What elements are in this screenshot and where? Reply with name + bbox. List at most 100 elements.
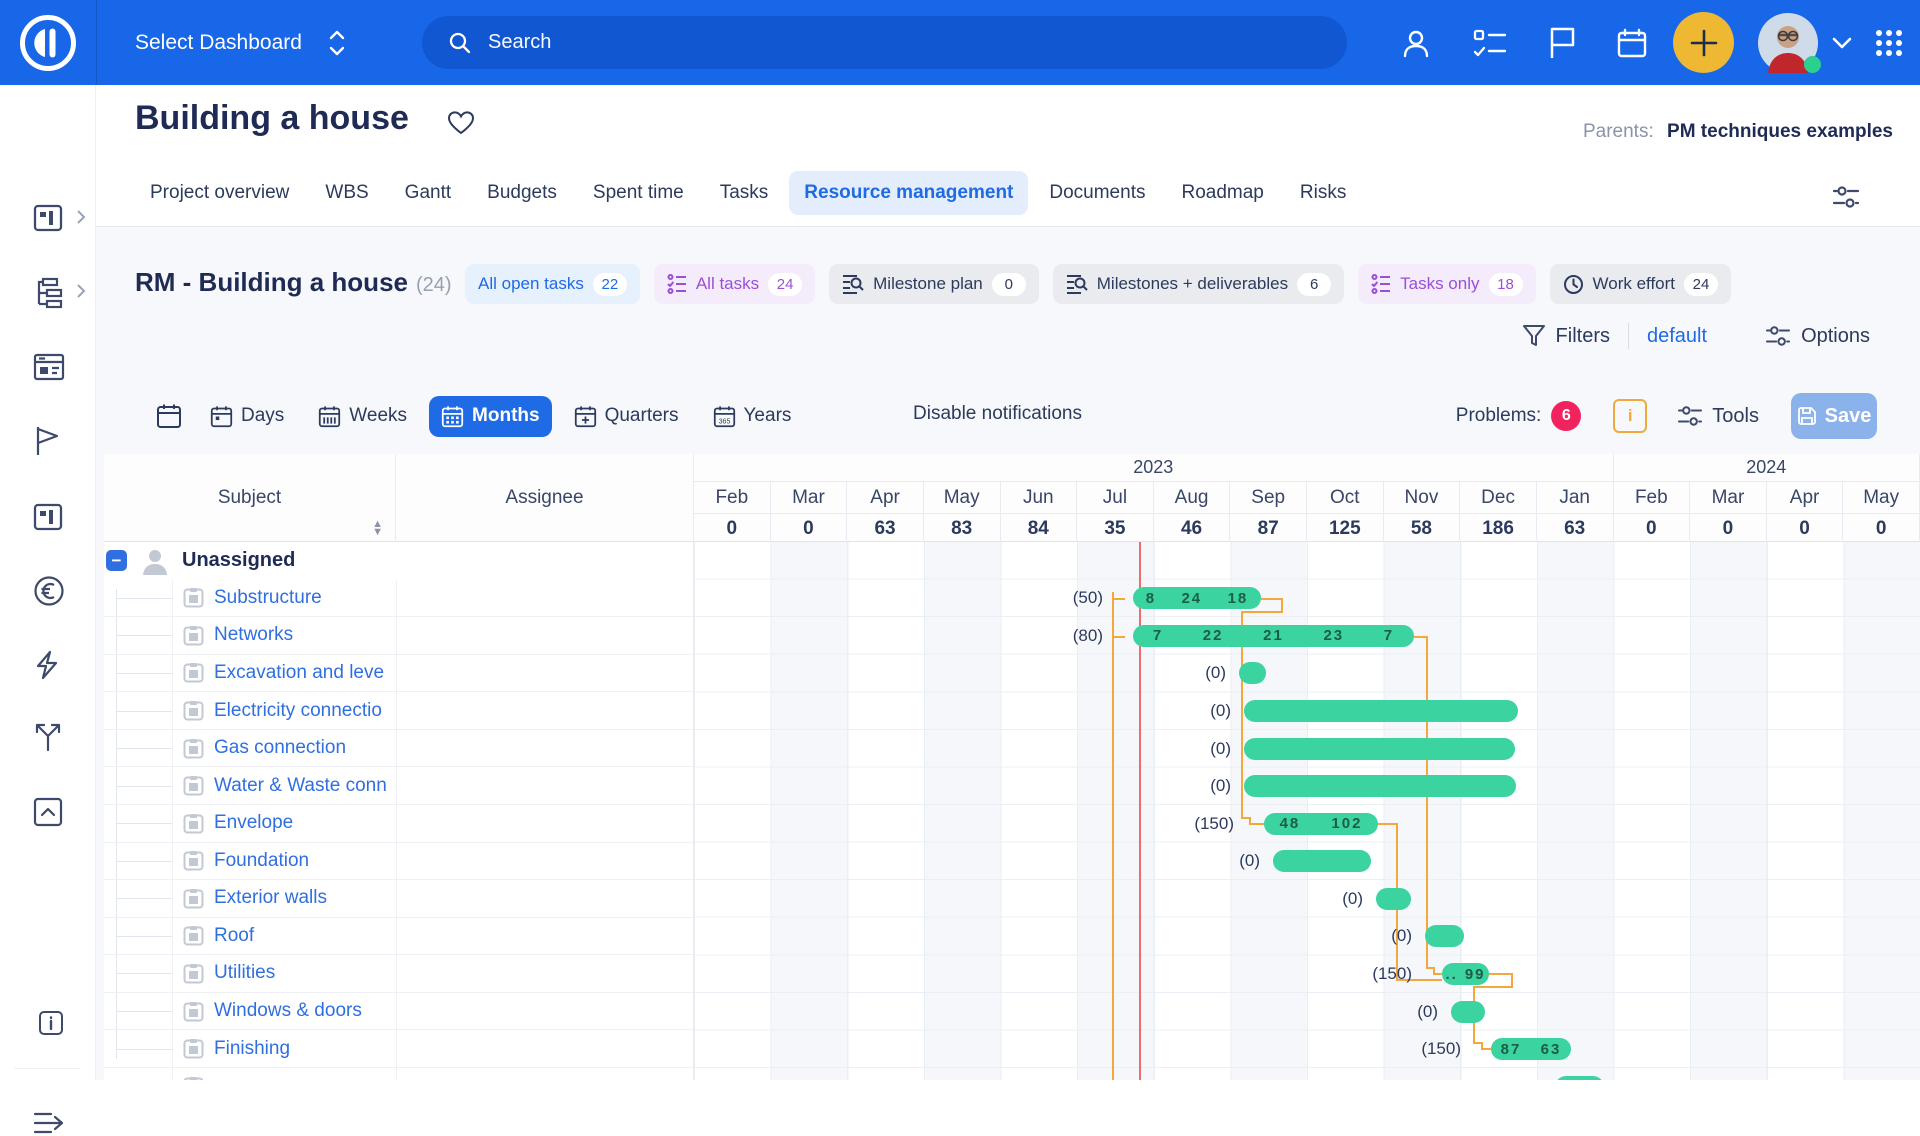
gantt-bar-roof[interactable] [1425, 925, 1464, 947]
tab-gantt[interactable]: Gantt [390, 171, 466, 215]
gantt-bar-finishing[interactable]: 8763 [1491, 1038, 1571, 1060]
milestone-flag-icon[interactable] [33, 425, 63, 457]
gantt-bar-gas-connection[interactable] [1244, 738, 1515, 760]
select-dashboard[interactable]: Select Dashboard [135, 0, 346, 85]
hierarchy-tick [116, 936, 172, 937]
gantt-bar-utilities[interactable]: ..99 [1442, 963, 1489, 985]
calendar-icon[interactable] [1617, 28, 1647, 58]
gantt-bar-envelope[interactable]: 48102 [1264, 813, 1378, 835]
options-button[interactable]: Options [1765, 325, 1870, 348]
task-link[interactable]: Water & Waste conn [214, 775, 393, 797]
chip-all-tasks[interactable]: All tasks24 [654, 264, 815, 304]
collapse-sidebar-icon[interactable] [33, 1110, 65, 1136]
month-cell: Feb [694, 482, 771, 513]
chip-all-open-tasks[interactable]: All open tasks22 [465, 264, 640, 304]
overview-board-icon[interactable] [33, 203, 63, 233]
task-link[interactable]: Networks [214, 624, 393, 646]
profile-icon[interactable] [1400, 27, 1432, 59]
tab-project-overview[interactable]: Project overview [135, 171, 304, 215]
task-link[interactable]: Envelope [214, 812, 393, 834]
task-link[interactable]: Windows & doors [214, 1000, 393, 1022]
task-link[interactable]: Finishing [214, 1038, 393, 1060]
tasks-checklist-icon[interactable] [1473, 28, 1507, 58]
gantt-bar-windows-doors[interactable] [1451, 1001, 1485, 1023]
task-link[interactable]: Utilities [214, 962, 393, 984]
program-board-icon[interactable] [33, 502, 63, 532]
funnel-icon [1522, 324, 1546, 348]
warning-info-icon[interactable]: i [1613, 399, 1647, 433]
tab-spent-time[interactable]: Spent time [578, 171, 699, 215]
overview-expand-chevron-icon[interactable] [76, 209, 86, 225]
table-row: Utilities [104, 955, 693, 993]
tabs-settings-icon[interactable] [1832, 185, 1860, 209]
task-link[interactable]: Exterior walls [214, 887, 393, 909]
gantt-bar-exterior-walls[interactable] [1376, 888, 1411, 910]
chip-milestone-plan[interactable]: Milestone plan0 [829, 264, 1039, 304]
tab-resource-management[interactable]: Resource management [789, 171, 1028, 215]
task-link[interactable]: Gas connection [214, 737, 393, 759]
info-icon[interactable] [38, 1010, 64, 1036]
topbar-actions [1359, 0, 1904, 85]
chip-milestones-deliverables[interactable]: Milestones + deliverables6 [1053, 264, 1344, 304]
bar-segment-value: 63 [1541, 1041, 1562, 1058]
lightning-icon[interactable] [33, 650, 61, 680]
avatar-chevron-down-icon[interactable] [1832, 37, 1852, 49]
scale-years[interactable]: 365Years [701, 396, 804, 437]
tools-button[interactable]: Tools [1677, 405, 1759, 428]
user-avatar[interactable] [1758, 13, 1818, 73]
chip-tasks-only[interactable]: Tasks only18 [1358, 264, 1535, 304]
disable-notifications-link[interactable]: Disable notifications [913, 403, 1082, 425]
favorite-heart-icon[interactable] [447, 110, 475, 136]
chip-label: Tasks only [1400, 274, 1479, 294]
group-row-unassigned[interactable]: −Unassigned [104, 542, 693, 580]
filters-default-link[interactable]: default [1647, 325, 1707, 348]
tab-tasks[interactable]: Tasks [705, 171, 784, 215]
wbs-tree-icon[interactable] [33, 277, 65, 309]
tab-roadmap[interactable]: Roadmap [1166, 171, 1278, 215]
task-link[interactable]: Substructure [214, 587, 393, 609]
scale-label: Years [744, 405, 792, 427]
parents-link[interactable]: PM techniques examples [1667, 121, 1893, 142]
parents-label: Parents: [1583, 121, 1654, 142]
apps-grid-icon[interactable] [1874, 28, 1904, 58]
app-logo[interactable] [0, 0, 97, 85]
gantt-bar-water-waste-conn[interactable] [1244, 775, 1516, 797]
filters-button[interactable]: Filters [1522, 324, 1610, 348]
search-input[interactable]: Search [422, 16, 1347, 69]
gantt-bar-foundation[interactable] [1273, 850, 1371, 872]
gantt-bar-networks[interactable]: 72221237 [1133, 625, 1414, 647]
chip-work-effort[interactable]: Work effort24 [1550, 264, 1732, 304]
window-card-icon[interactable] [33, 353, 65, 381]
budget-euro-icon[interactable] [33, 575, 65, 607]
assignee-column-header[interactable]: Assignee [396, 454, 694, 542]
task-icon [183, 813, 204, 834]
task-link[interactable]: Foundation [214, 850, 393, 872]
gantt-bar-electricity-connectio[interactable] [1244, 700, 1518, 722]
task-link[interactable]: Electricity connectio [214, 700, 393, 722]
flag-icon[interactable] [1548, 27, 1576, 59]
tab-budgets[interactable]: Budgets [472, 171, 572, 215]
gantt-bar-excavation-and-leve[interactable] [1239, 662, 1266, 684]
scale-quarters[interactable]: Quarters [562, 396, 691, 437]
subject-column-header[interactable]: Subject ▲▼ [104, 454, 396, 542]
tab-risks[interactable]: Risks [1285, 171, 1361, 215]
task-link[interactable]: Roof [214, 925, 393, 947]
tab-wbs[interactable]: WBS [310, 171, 383, 215]
scale-months[interactable]: Months [429, 396, 552, 437]
wbs-expand-chevron-icon[interactable] [76, 283, 86, 299]
problems-count-badge[interactable]: 6 [1551, 401, 1581, 431]
calendar-plain-icon[interactable] [150, 394, 188, 438]
tab-documents[interactable]: Documents [1034, 171, 1160, 215]
collapse-group-button[interactable]: − [106, 550, 127, 571]
save-button[interactable]: Save [1791, 393, 1877, 439]
gantt-bar[interactable] [1555, 1076, 1604, 1080]
create-button[interactable] [1673, 12, 1734, 73]
task-link[interactable]: Excavation and leve [214, 662, 393, 684]
scale-weeks[interactable]: Weeks [306, 396, 419, 437]
box-arrow-up-icon[interactable] [33, 797, 63, 827]
scale-days[interactable]: Days [198, 396, 296, 437]
sort-indicator-icon[interactable]: ▲▼ [372, 520, 383, 536]
branch-split-icon[interactable] [33, 722, 63, 752]
month-total-cell: 0 [694, 514, 771, 543]
gantt-bar-substructure[interactable]: 82418 [1133, 587, 1261, 609]
